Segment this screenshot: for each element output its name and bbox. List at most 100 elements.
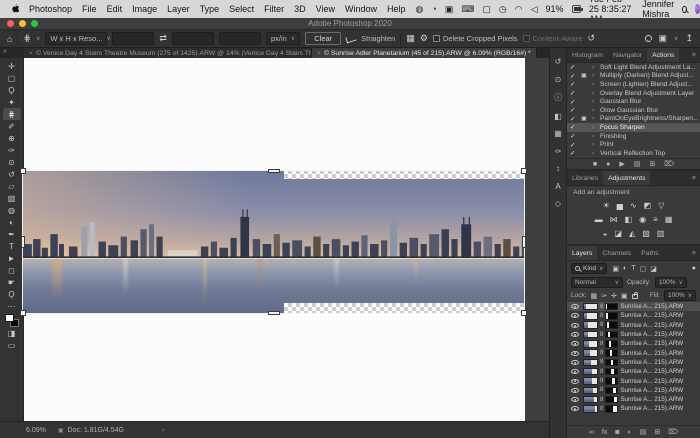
filter-adjustment-layers-icon[interactable]: ◐ xyxy=(623,265,627,273)
status-chevron-icon[interactable]: › xyxy=(162,427,164,434)
action-row[interactable]: ✓ ▣ › Multiply (Darken) Blend Adjust... xyxy=(567,72,700,81)
disclosure-chevron-icon[interactable]: › xyxy=(592,141,598,148)
panel-tab[interactable]: Adjustments xyxy=(603,171,650,185)
crop-overlay-options-icon[interactable]: ▦ xyxy=(406,33,415,44)
visibility-eye-icon[interactable] xyxy=(571,397,579,402)
layer-thumbnail[interactable] xyxy=(583,405,598,413)
layer-mask-thumbnail[interactable] xyxy=(605,331,618,339)
layer-thumbnail[interactable] xyxy=(583,377,598,385)
panel-menu-icon[interactable]: ≡ xyxy=(692,246,700,260)
crop-handle-bottom[interactable] xyxy=(268,311,280,315)
delete-cropped-pixels-checkbox[interactable] xyxy=(433,35,440,42)
panel-menu-icon[interactable]: ≡ xyxy=(692,48,700,62)
action-row[interactable]: ✓ › Print xyxy=(567,140,700,149)
panel-menu-icon[interactable]: ≡ xyxy=(692,171,700,185)
new-group-icon[interactable]: ▤ xyxy=(640,428,647,436)
history-panel-icon[interactable]: ↺ xyxy=(555,57,562,66)
action-include-check[interactable]: ✓ xyxy=(570,106,579,114)
visibility-eye-icon[interactable] xyxy=(571,369,579,374)
mask-link-icon[interactable]: 8 xyxy=(600,322,603,328)
color-profile-icon[interactable]: ◔ xyxy=(431,4,436,14)
vibrance-icon[interactable]: ▽ xyxy=(658,201,664,210)
foreground-color[interactable] xyxy=(5,314,14,322)
layer-thumbnail[interactable] xyxy=(583,331,598,339)
action-row[interactable]: ✓ › Screen (Lighten) Blend Adjust... xyxy=(567,80,700,89)
action-include-check[interactable]: ✓ xyxy=(570,89,579,97)
gradient-tool[interactable]: ▧ xyxy=(3,192,21,204)
layer-mask-thumbnail[interactable] xyxy=(605,349,618,357)
screen-mode-icon[interactable]: ▭ xyxy=(3,339,21,351)
layer-thumbnail[interactable] xyxy=(583,303,598,311)
close-tab-icon[interactable]: × xyxy=(317,50,321,57)
document-page[interactable] xyxy=(24,58,525,421)
disclosure-chevron-icon[interactable]: › xyxy=(592,124,598,131)
hand-tool[interactable]: ☛ xyxy=(3,276,21,288)
layer-name[interactable]: Sunrise A... 215).ARW xyxy=(620,331,683,338)
menu-item[interactable]: Window xyxy=(345,4,377,14)
layer-row[interactable]: 8 Sunrise A... 215).ARW xyxy=(567,330,700,339)
apple-menu-icon[interactable] xyxy=(10,4,19,15)
layer-mask-thumbnail[interactable] xyxy=(605,405,618,413)
eyedropper-tool[interactable]: ✐ xyxy=(3,120,21,132)
action-row[interactable]: ✓ › Glow Gaussian Blur xyxy=(567,106,700,115)
filter-pixel-layers-icon[interactable]: ▣ xyxy=(612,265,619,273)
eraser-tool[interactable]: ▱ xyxy=(3,180,21,192)
layer-name[interactable]: Sunrise A... 215).ARW xyxy=(620,368,683,375)
filter-shape-layers-icon[interactable]: ▢ xyxy=(640,265,647,273)
layer-mask-thumbnail[interactable] xyxy=(605,377,618,385)
delete-icon[interactable]: ⌦ xyxy=(664,160,674,168)
share-image-icon[interactable]: ↥ xyxy=(685,33,693,44)
layer-name[interactable]: Sunrise A... 215).ARW xyxy=(620,378,683,385)
menu-item[interactable]: View xyxy=(316,4,335,14)
layer-thumbnail[interactable] xyxy=(583,396,598,404)
action-row[interactable]: ✓ › Focus Sharpen xyxy=(567,123,700,132)
zoom-level-field[interactable]: 6.09% xyxy=(26,427,46,434)
patterns-panel-icon[interactable]: ▦ xyxy=(554,129,562,138)
visibility-eye-icon[interactable] xyxy=(571,323,579,328)
action-row[interactable]: ✓ ▣ › PaintOnEyeBrightness/Sharpen... xyxy=(567,115,700,124)
disclosure-chevron-icon[interactable]: › xyxy=(592,133,598,140)
layer-row[interactable]: 8 Sunrise A... 215).ARW xyxy=(567,358,700,367)
menu-item[interactable]: Layer xyxy=(167,4,190,14)
menu-item[interactable]: Type xyxy=(200,4,220,14)
crop-handle-top[interactable] xyxy=(268,169,280,173)
resolution-unit-select[interactable]: px/in ∨ xyxy=(266,32,300,45)
action-include-check[interactable]: ✓ xyxy=(570,98,579,106)
document-tab[interactable]: × © Sunrise Adler Planetarium (45 of 215… xyxy=(312,48,537,58)
keyboard-icon[interactable]: ⌨ xyxy=(461,4,474,15)
healing-brush-tool[interactable]: ⊕ xyxy=(3,132,21,144)
disclosure-chevron-icon[interactable]: › xyxy=(592,64,598,71)
opacity-select[interactable]: 100% ∨ xyxy=(655,277,687,288)
crop-handle-top-left[interactable] xyxy=(20,168,26,174)
volume-icon[interactable]: ◁ xyxy=(531,4,538,15)
toolbar-expand-icon[interactable]: » xyxy=(3,48,7,55)
document-size-info[interactable]: ▣ Doc: 1.81G/4.54G xyxy=(58,427,124,434)
lasso-tool[interactable]: Ϙ xyxy=(3,84,21,96)
layer-thumbnail[interactable] xyxy=(583,359,598,367)
close-tab-icon[interactable]: × xyxy=(29,50,33,57)
panel-tab[interactable]: Navigator xyxy=(608,48,647,62)
action-row[interactable]: ✓ › Vertical Reflection Top xyxy=(567,149,700,158)
menu-item[interactable]: Photoshop xyxy=(29,4,72,14)
play-selection-icon[interactable]: ▶ xyxy=(619,160,624,168)
crop-ratio-select[interactable]: W x H x Reso... ∨ xyxy=(45,32,107,45)
layer-row[interactable]: 8 Sunrise A... 215).ARW xyxy=(567,348,700,357)
crop-bounding-box[interactable] xyxy=(22,170,525,314)
panel-tab[interactable]: Layers xyxy=(567,246,597,260)
character-panel-icon[interactable]: A xyxy=(555,182,560,191)
canvas-area[interactable] xyxy=(24,58,549,421)
action-include-check[interactable]: ✓ xyxy=(570,149,579,157)
disclosure-chevron-icon[interactable]: › xyxy=(592,107,598,114)
mask-link-icon[interactable]: 8 xyxy=(600,369,603,375)
layer-thumbnail[interactable] xyxy=(583,340,598,348)
content-aware-checkbox[interactable] xyxy=(523,35,530,42)
link-layers-icon[interactable]: ∞ xyxy=(589,429,594,436)
clear-button[interactable]: Clear xyxy=(305,32,341,45)
lock-artboard-icon[interactable]: ▣ xyxy=(621,292,628,300)
action-include-check[interactable]: ✓ xyxy=(570,132,579,140)
filter-pin-toggle[interactable]: ● xyxy=(692,265,696,272)
panorama-photo[interactable] xyxy=(22,170,525,314)
new-layer-icon[interactable]: ⊞ xyxy=(654,428,660,436)
layer-row[interactable]: 8 Sunrise A... 215).ARW xyxy=(567,321,700,330)
panel-tab[interactable]: Channels xyxy=(597,246,636,260)
